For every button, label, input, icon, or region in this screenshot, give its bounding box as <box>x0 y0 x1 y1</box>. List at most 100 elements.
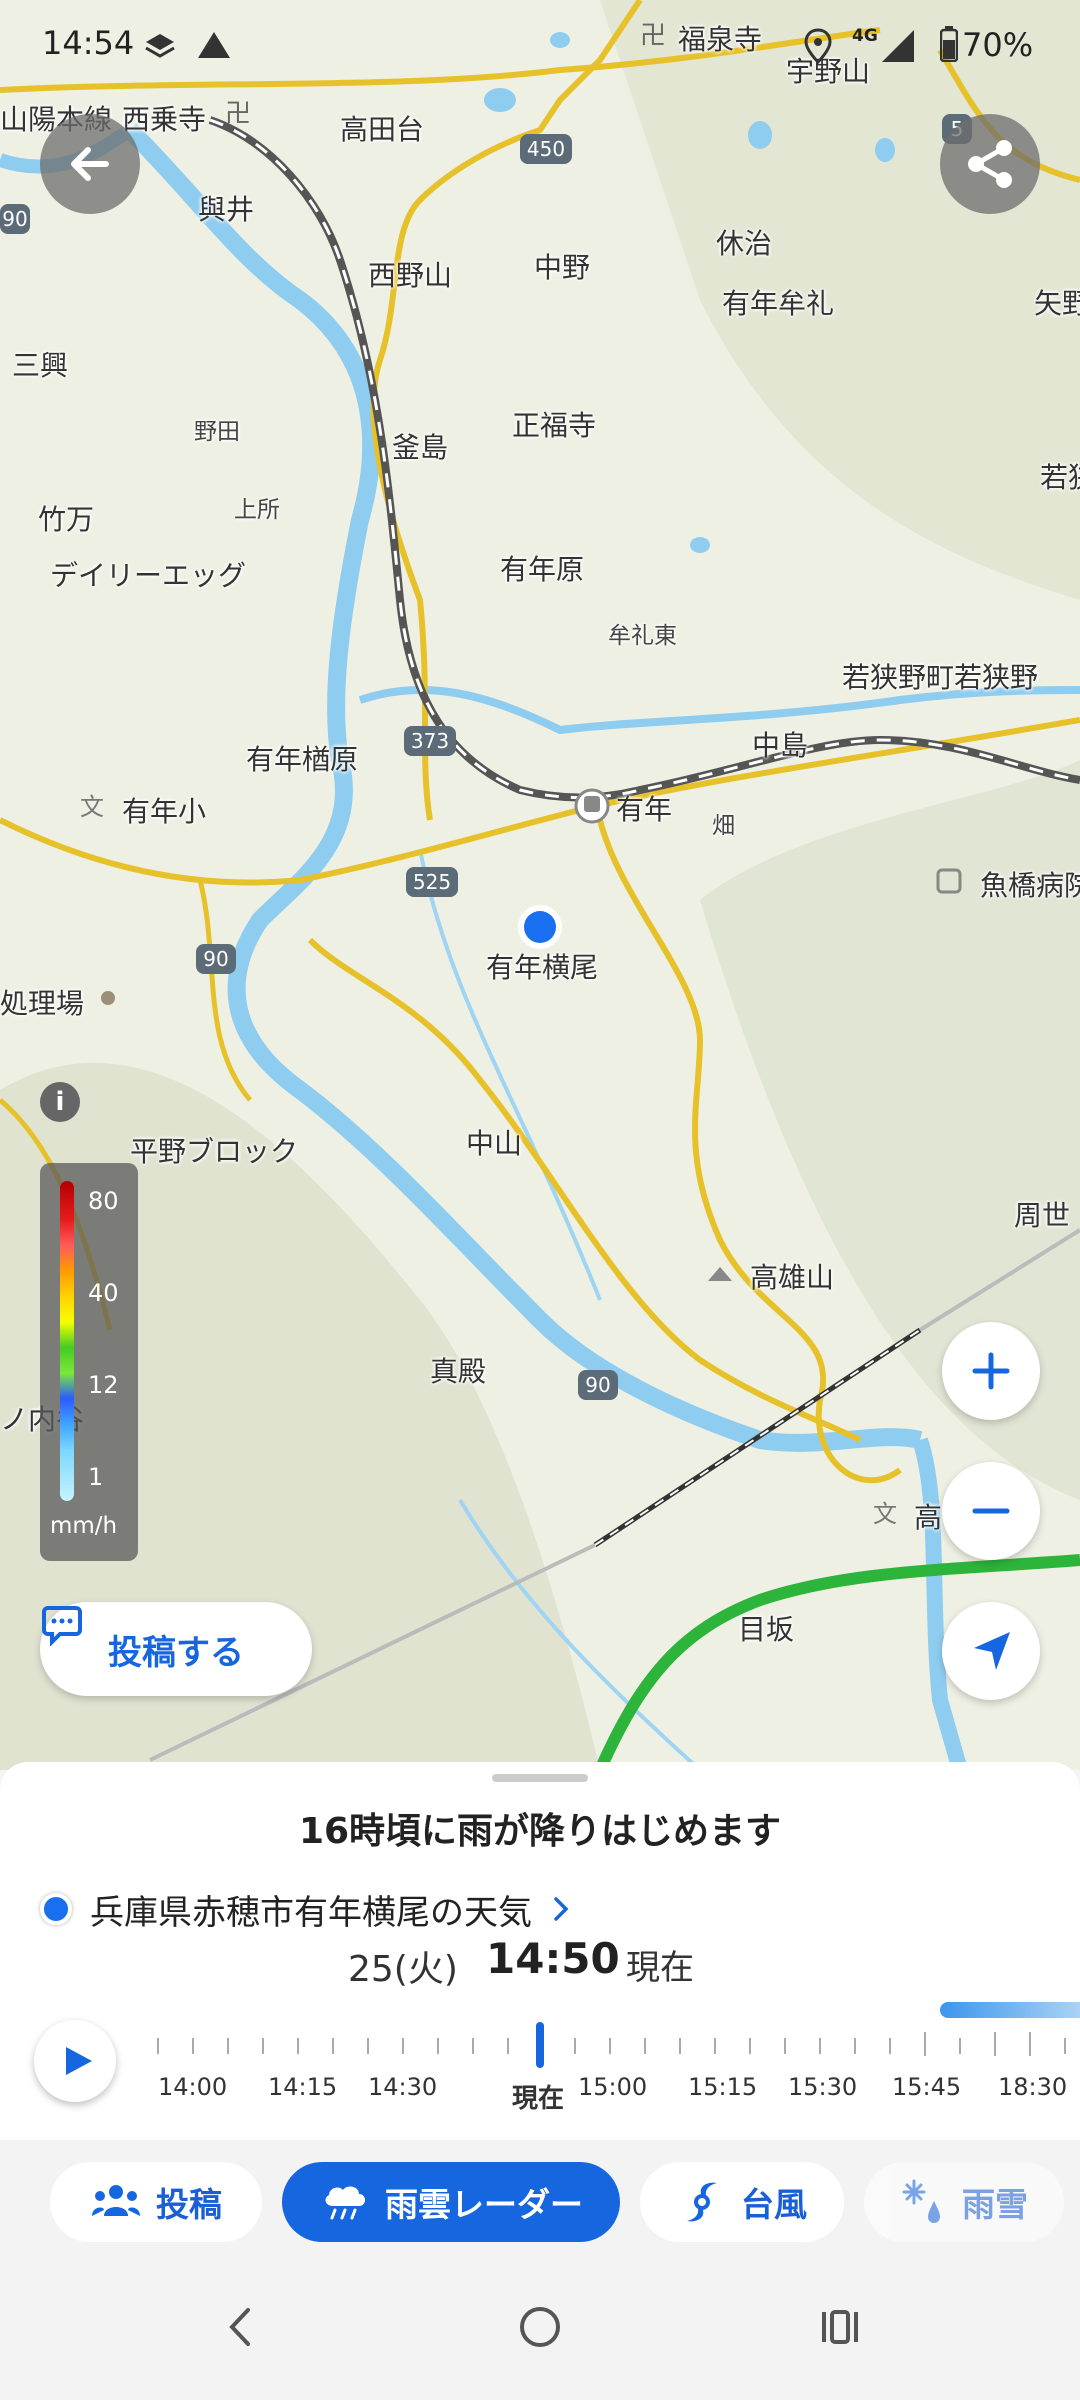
map-label: 野田 <box>194 419 240 445</box>
map-label: 矢野 <box>1034 287 1080 320</box>
timeline-thumb[interactable] <box>536 2022 544 2068</box>
play-icon <box>66 2047 92 2075</box>
timeline-tick <box>192 2038 194 2054</box>
location-dot-icon <box>40 1893 72 1925</box>
network-type: 4G <box>852 26 878 46</box>
timeline-label: 14:15 <box>268 2073 338 2101</box>
battery-icon <box>940 26 958 62</box>
map-view[interactable]: 卍 卍 文 文 450 373 525 90 90 90 5 福泉寺 宇野山 山… <box>0 0 1080 1770</box>
zoom-out-button[interactable] <box>942 1462 1040 1560</box>
map-label: 休治 <box>716 227 773 260</box>
map-label: 畑 <box>712 813 735 839</box>
timeline-tick <box>157 2038 159 2054</box>
layers-icon <box>142 30 178 60</box>
timeline-tick <box>959 2038 961 2054</box>
share-button[interactable] <box>940 114 1040 214</box>
map-label: 有年楢原 <box>246 743 359 776</box>
timeline-tick <box>609 2038 611 2054</box>
svg-text:卍: 卍 <box>640 21 666 51</box>
timeline-tick <box>994 2032 996 2056</box>
timeline-tick <box>574 2038 576 2054</box>
map-label: 真殿 <box>430 1355 487 1388</box>
zoom-in-button[interactable] <box>942 1322 1040 1420</box>
timeline-label: 14:00 <box>158 2073 228 2101</box>
current-location-button[interactable] <box>942 1602 1040 1700</box>
timeline-tick <box>784 2038 786 2054</box>
battery-percent: 70% <box>962 26 1034 64</box>
post-button[interactable]: 投稿する <box>40 1602 312 1696</box>
nav-recents-button[interactable] <box>800 2292 880 2362</box>
home-circle-icon <box>520 2307 560 2347</box>
timeline-tick <box>889 2038 891 2054</box>
timeline-label: 15:30 <box>788 2073 858 2101</box>
legend-tick: 80 <box>88 1187 119 1215</box>
route-shield: 90 <box>578 1370 618 1400</box>
map-label: デイリーエッグ <box>50 559 247 592</box>
map-label: 中野 <box>534 251 591 284</box>
route-shield: 90 <box>0 204 30 234</box>
sheet-handle[interactable] <box>492 1774 588 1782</box>
tab-post[interactable]: 投稿 <box>50 2162 262 2242</box>
tab-label: 台風 <box>741 2185 807 2224</box>
info-icon[interactable]: i <box>40 1082 80 1122</box>
map-label: 高田台 <box>340 113 425 146</box>
timeline-tick <box>332 2038 334 2054</box>
timeline-tick <box>507 2038 509 2054</box>
timeline-label: 15:00 <box>578 2073 648 2101</box>
timeline-tick <box>644 2038 646 2054</box>
typhoon-icon <box>687 2182 717 2222</box>
forecast-date: 25(火) <box>348 1949 458 1990</box>
arrow-left-icon <box>71 147 109 181</box>
timeline-now-label: 現在 <box>512 2084 565 2114</box>
nav-back-button[interactable] <box>210 2292 270 2362</box>
legend-tick: 1 <box>88 1463 104 1491</box>
location-status-icon <box>804 28 832 64</box>
map-label: 有年 <box>616 793 673 826</box>
chevron-right-icon <box>554 1897 569 1921</box>
map-label: 西野山 <box>368 259 453 292</box>
timeline-tick <box>924 2032 926 2056</box>
timeline-label: 15:15 <box>688 2073 758 2101</box>
timeline-tick <box>262 2038 264 2054</box>
map-label: 三興 <box>12 349 69 382</box>
signal-icon <box>880 28 916 64</box>
tab-label: 投稿 <box>156 2185 222 2224</box>
map-label: 若狭 <box>1040 461 1080 494</box>
timeline-tick <box>714 2038 716 2054</box>
tab-rain-radar[interactable]: 雨雲レーダー <box>282 2162 620 2242</box>
plus-icon <box>972 1352 1010 1390</box>
map-label: 與井 <box>198 193 255 226</box>
svg-text:卍: 卍 <box>225 99 251 129</box>
post-button-label: 投稿する <box>108 1632 244 1673</box>
post-chat-icon <box>42 1606 82 1646</box>
location-link[interactable]: 兵庫県赤穂市有年横尾の天気 <box>40 1884 1040 1934</box>
timeline-tick <box>227 2038 229 2054</box>
svg-text:文: 文 <box>80 793 104 821</box>
timeline-tick <box>402 2038 404 2054</box>
timeline-tick <box>1029 2032 1031 2056</box>
bottom-tab-bar: 投稿 雨雲レーダー 台風 雨雪 <box>0 2140 1080 2260</box>
snow-rain-icon <box>902 2179 940 2223</box>
back-button[interactable] <box>40 114 140 214</box>
map-label: 釜島 <box>392 431 449 464</box>
map-label: 周世 <box>1014 1199 1071 1232</box>
timeline-slider[interactable] <box>150 2030 1080 2070</box>
timeline-tick <box>749 2038 751 2054</box>
map-label: 有年小 <box>122 795 207 828</box>
map-label: 牟礼東 <box>608 623 677 649</box>
recents-icon <box>822 2310 858 2344</box>
share-icon <box>968 140 1012 188</box>
timeline-tick <box>854 2038 856 2054</box>
nav-home-button[interactable] <box>500 2292 580 2362</box>
tab-typhoon[interactable]: 台風 <box>640 2162 844 2242</box>
play-button[interactable] <box>34 2020 116 2102</box>
map-label: 中島 <box>752 729 809 762</box>
map-label: 有年牟礼 <box>722 287 835 320</box>
tab-snow-rain[interactable]: 雨雪 <box>864 2162 1064 2242</box>
map-label: 中山 <box>466 1127 523 1160</box>
timeline-tick <box>297 2038 299 2054</box>
system-nav-bar <box>0 2260 1080 2400</box>
timeline-tick <box>679 2038 681 2054</box>
map-label: 竹万 <box>38 503 95 536</box>
people-icon <box>92 2185 140 2216</box>
